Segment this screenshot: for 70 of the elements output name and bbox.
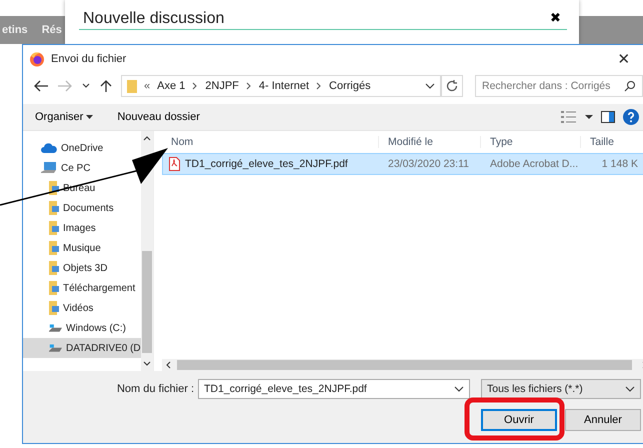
- back-icon[interactable]: [33, 80, 49, 92]
- file-type-dropdown[interactable]: Tous les fichiers (*.*): [481, 379, 641, 399]
- scrollbar-thumb[interactable]: [142, 251, 152, 353]
- breadcrumb[interactable]: Corrigés: [329, 80, 371, 92]
- sidebar-item[interactable]: Ce PC: [23, 158, 92, 178]
- dialog-title: Envoi du fichier: [51, 53, 128, 65]
- scroll-up-icon[interactable]: [143, 135, 151, 141]
- folder-icon: [49, 241, 59, 255]
- scroll-down-icon[interactable]: [143, 361, 151, 367]
- column-header[interactable]: Type: [481, 136, 581, 148]
- browser-icon: [29, 51, 45, 67]
- address-bar[interactable]: « Axe 1 2NJPF 4- Internet Corrigés: [121, 75, 441, 97]
- dropdown-icon[interactable]: [625, 385, 635, 393]
- cancel-button[interactable]: Annuler: [565, 409, 641, 431]
- open-button[interactable]: Ouvrir: [481, 409, 557, 431]
- up-icon[interactable]: [99, 79, 113, 93]
- pdf-file-icon: [169, 157, 180, 171]
- sidebar-item[interactable]: OneDrive: [23, 138, 106, 158]
- sidebar-item[interactable]: Images: [23, 218, 98, 238]
- search-field[interactable]: Rechercher dans : Corrigés: [475, 75, 643, 97]
- file-type: Adobe Acrobat D...: [489, 158, 580, 170]
- close-button[interactable]: ✕: [609, 49, 639, 69]
- breadcrumb[interactable]: 4- Internet: [258, 80, 310, 92]
- computer-icon: [41, 162, 57, 174]
- view-options-icon[interactable]: [561, 111, 577, 123]
- column-header[interactable]: Modifié le: [379, 136, 481, 148]
- chevron-icon: [316, 82, 322, 90]
- filename-field[interactable]: TD1_corrigé_eleve_tes_2NJPF.pdf: [198, 379, 470, 399]
- dropdown-icon[interactable]: [425, 82, 435, 90]
- preview-pane-icon[interactable]: [601, 111, 615, 123]
- new-folder-button[interactable]: Nouveau dossier: [113, 111, 204, 123]
- sidebar-item[interactable]: Vidéos: [23, 298, 96, 318]
- overflow-chevron[interactable]: «: [144, 80, 150, 92]
- folder-icon: [49, 261, 59, 275]
- refresh-icon: [445, 79, 459, 93]
- drive-icon: [49, 344, 62, 352]
- file-name: TD1_corrigé_eleve_tes_2NJPF.pdf: [185, 158, 348, 170]
- cloud-icon: [41, 143, 57, 153]
- drive-icon: [49, 324, 62, 332]
- sidebar-item[interactable]: Téléchargement: [23, 278, 138, 298]
- help-icon[interactable]: [623, 109, 639, 125]
- filename-label: Nom du fichier :: [116, 383, 194, 395]
- close-button[interactable]: ✖: [544, 10, 567, 25]
- sidebar-item[interactable]: Objets 3D: [23, 258, 110, 278]
- dropdown-icon[interactable]: [81, 82, 91, 90]
- folder-icon: [49, 281, 59, 295]
- column-header[interactable]: Taille: [581, 136, 643, 148]
- chevron-icon: [192, 82, 198, 90]
- scroll-left-icon[interactable]: [165, 361, 171, 369]
- organize-button[interactable]: Organiser: [31, 111, 98, 123]
- folder-icon: [127, 79, 137, 93]
- folder-icon: [49, 201, 59, 215]
- sidebar-item[interactable]: Windows (C:): [23, 318, 128, 338]
- file-row[interactable]: TD1_corrigé_eleve_tes_2NJPF.pdf 23/03/2020 23:11 Adobe Acrobat D... 1 148 K: [162, 153, 643, 175]
- breadcrumb[interactable]: Axe 1: [157, 80, 186, 92]
- chevron-icon: [246, 82, 252, 90]
- file-size: 1 148 K: [600, 158, 639, 170]
- refresh-button[interactable]: [441, 75, 463, 97]
- dropdown-icon: [86, 115, 94, 120]
- sidebar-item[interactable]: Documents: [23, 198, 116, 218]
- scrollbar-thumb[interactable]: [177, 360, 632, 370]
- breadcrumb[interactable]: 2NJPF: [205, 80, 239, 92]
- dropdown-icon[interactable]: [585, 114, 593, 120]
- dropdown-icon[interactable]: [454, 385, 464, 393]
- column-header[interactable]: Nom: [162, 136, 379, 148]
- search-icon: [624, 80, 636, 92]
- folder-icon: [49, 221, 59, 235]
- file-modified: 23/03/2020 23:11: [387, 158, 470, 170]
- sidebar-item[interactable]: Musique: [23, 238, 103, 258]
- folder-icon: [49, 301, 59, 315]
